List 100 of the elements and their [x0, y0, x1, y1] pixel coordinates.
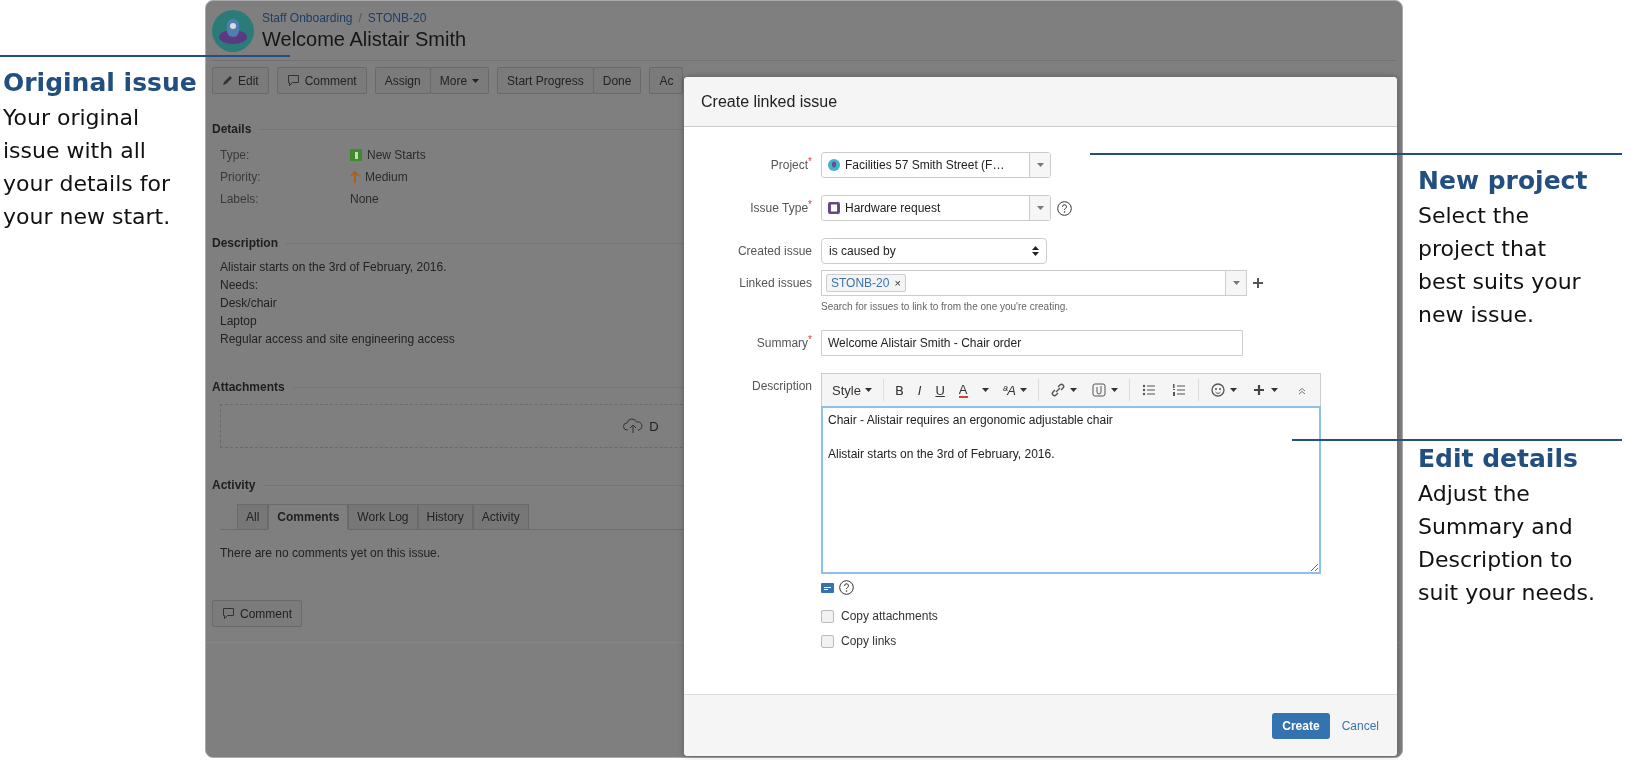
- caret-icon: [1020, 388, 1027, 392]
- text-color-button[interactable]: A: [952, 380, 974, 400]
- issue-type-icon: [350, 149, 362, 161]
- caret-icon: [1230, 388, 1237, 392]
- checkbox-label: Copy attachments: [841, 609, 938, 623]
- checkbox-label: Copy links: [841, 634, 897, 648]
- issue-tag[interactable]: STONB-20: [831, 276, 890, 290]
- field-label: Summary: [756, 336, 809, 350]
- action-button[interactable]: Start Progress: [497, 67, 594, 94]
- action-button[interactable]: Edit: [212, 67, 269, 94]
- action-button[interactable]: More: [429, 67, 490, 94]
- underline-button[interactable]: U: [929, 380, 951, 400]
- issue-title: Welcome Alistair Smith: [262, 28, 467, 51]
- caret-icon: [864, 388, 872, 392]
- callout-text: Select the project that best suits your new issue.: [1418, 202, 1582, 329]
- caret-icon: [1111, 388, 1118, 392]
- plus-icon: [1251, 382, 1267, 398]
- detail-value: Medium: [365, 170, 408, 184]
- description-line: Needs:: [220, 278, 259, 292]
- caret-icon: [1070, 388, 1077, 392]
- bullet-list-icon: [1141, 382, 1157, 398]
- help-icon[interactable]: [839, 580, 854, 595]
- up-arrow-icon: [350, 171, 360, 183]
- smiley-icon: [1210, 382, 1226, 398]
- breadcrumb-separator: /: [358, 11, 362, 25]
- callout-text: Adjust the Summary and Description to suit your needs.: [1418, 480, 1596, 607]
- action-button[interactable]: Assign: [374, 67, 431, 94]
- cancel-link[interactable]: Cancel: [1341, 718, 1379, 733]
- activity-tab[interactable]: History: [417, 504, 473, 530]
- detail-label: Type:: [220, 148, 250, 162]
- detail-label: Priority:: [220, 170, 261, 184]
- checkbox[interactable]: [821, 634, 834, 648]
- callout-title: Edit details: [1418, 444, 1579, 473]
- speech-bubble-icon: [286, 74, 300, 87]
- up-down-arrows-icon: [1032, 246, 1039, 256]
- bold-button[interactable]: B: [888, 380, 910, 400]
- required-mark: *: [808, 199, 812, 210]
- project-select[interactable]: Facilities 57 Smith Street (F…: [821, 152, 1051, 178]
- remove-button[interactable]: ×: [894, 277, 901, 289]
- issue-type-select[interactable]: Hardware request: [821, 195, 1051, 221]
- field-label: Created issue: [737, 244, 812, 258]
- activity-tab[interactable]: Work Log: [348, 504, 418, 530]
- section-heading: Details: [212, 122, 252, 136]
- detail-value: None: [350, 192, 379, 206]
- callout-title: New project: [1418, 166, 1589, 195]
- description-line: Alistair starts on the 3rd of February, 2016.: [220, 260, 447, 274]
- dialog-title: Create linked issue: [684, 77, 1397, 127]
- help-icon[interactable]: [1057, 200, 1072, 216]
- description-line: Regular access and site engineering access: [220, 332, 455, 346]
- required-mark: *: [808, 334, 812, 345]
- activity-tab[interactable]: All: [237, 504, 269, 530]
- comment-button[interactable]: Comment: [212, 600, 302, 627]
- summary-field[interactable]: Welcome Alistair Smith - Chair order: [821, 330, 1243, 356]
- create-button[interactable]: Create: [1272, 712, 1330, 739]
- attachment-icon: [1091, 382, 1107, 398]
- field-label: Issue Type: [750, 201, 809, 215]
- avatar-icon: [212, 10, 254, 52]
- action-button[interactable]: Done: [592, 67, 642, 94]
- section-heading: Activity: [212, 478, 256, 492]
- speech-bubble-icon: [222, 607, 235, 620]
- hint-text: Search for issues to link to from the one you're creating.: [821, 301, 1070, 312]
- activity-tab[interactable]: Activity: [472, 504, 529, 530]
- callout-text: Your original issue with all your details for your new start.: [3, 104, 172, 231]
- plus-icon[interactable]: [1253, 278, 1263, 288]
- breadcrumb-link[interactable]: Staff Onboarding: [262, 11, 353, 25]
- checkbox[interactable]: [821, 609, 834, 623]
- section-heading: Attachments: [212, 380, 285, 394]
- field-label: Linked issues: [739, 276, 812, 290]
- empty-comments-text: There are no comments yet on this issue.: [219, 545, 442, 560]
- project-avatar-icon: [828, 159, 840, 171]
- description-line: Desk/chair: [220, 296, 277, 310]
- activity-tab[interactable]: Comments: [268, 504, 349, 530]
- clipboard-icon: [828, 202, 840, 214]
- action-button[interactable]: Ac: [649, 67, 684, 94]
- description-editor[interactable]: Chair - Alistair requires an ergonomic adjustable chair Alistair starts on the 3rd of February, 2016.: [821, 406, 1321, 574]
- link-icon: [1050, 382, 1066, 398]
- caret-icon: [1036, 163, 1044, 167]
- detail-value: New Starts: [367, 148, 426, 162]
- style-menu[interactable]: Style: [826, 380, 878, 400]
- action-button[interactable]: Comment: [276, 67, 367, 94]
- pencil-icon: [222, 75, 233, 86]
- drop-text: D: [649, 418, 659, 434]
- field-label: Description: [751, 379, 812, 393]
- breadcrumb-link[interactable]: STONB-20: [367, 11, 427, 25]
- section-heading: Description: [212, 236, 278, 250]
- upload-cloud-icon: [623, 418, 644, 434]
- italic-button[interactable]: I: [911, 380, 928, 400]
- link-type-select[interactable]: is caused by: [821, 238, 1047, 264]
- caret-icon: [1036, 206, 1044, 210]
- required-mark: *: [808, 156, 812, 167]
- wiki-markup-icon[interactable]: [821, 582, 834, 593]
- numbered-list-icon: [1171, 382, 1187, 398]
- linked-issues-field[interactable]: STONB-20 ×: [821, 270, 1247, 296]
- description-line: Laptop: [220, 314, 257, 328]
- callout-title: Original issue: [3, 68, 198, 97]
- caret-icon: [1232, 281, 1240, 285]
- caret-icon: [472, 78, 480, 83]
- caret-icon: [1271, 388, 1278, 392]
- field-label: Project: [770, 158, 809, 172]
- text-size-button[interactable]: ªA: [996, 380, 1033, 400]
